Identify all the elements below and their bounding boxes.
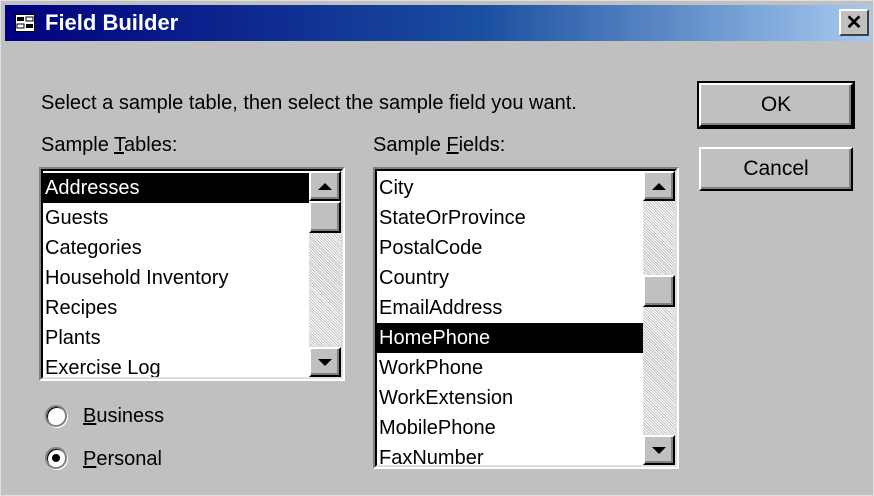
scroll-thumb[interactable]	[643, 275, 675, 307]
list-item[interactable]: EmailAddress	[377, 293, 643, 323]
business-radio[interactable]	[45, 405, 67, 427]
sample-fields-label: Sample Fields:	[373, 134, 506, 156]
list-item[interactable]: Exercise Log	[43, 353, 309, 377]
scroll-thumb[interactable]	[309, 201, 341, 233]
arrow-up-icon	[652, 182, 666, 190]
list-item[interactable]: WorkExtension	[377, 383, 643, 413]
list-item[interactable]: StateOrProvince	[377, 203, 643, 233]
scroll-down-button[interactable]	[643, 435, 675, 465]
list-item[interactable]: Country	[377, 263, 643, 293]
sample-tables-scrollbar[interactable]	[309, 171, 341, 377]
personal-radio-label[interactable]: Personal	[83, 447, 162, 471]
title-bar[interactable]: Field Builder ✕	[5, 5, 871, 41]
window-title: Field Builder	[45, 10, 179, 35]
personal-radio[interactable]	[45, 447, 67, 469]
list-item[interactable]: Addresses	[43, 173, 309, 203]
close-button[interactable]: ✕	[839, 9, 869, 36]
sample-fields-listbox[interactable]: City StateOrProvince PostalCode Country …	[373, 167, 679, 469]
list-item[interactable]: Household Inventory	[43, 263, 309, 293]
arrow-down-icon	[318, 358, 332, 366]
list-item[interactable]: FaxNumber	[377, 443, 643, 465]
scroll-up-button[interactable]	[643, 171, 675, 201]
sample-tables-listbox[interactable]: Addresses Guests Categories Household In…	[39, 167, 345, 381]
ok-button[interactable]: OK	[697, 81, 855, 129]
list-item[interactable]: Plants	[43, 323, 309, 353]
field-builder-dialog: Field Builder ✕ Select a sample table, t…	[0, 0, 874, 496]
scroll-down-button[interactable]	[309, 347, 341, 377]
close-icon: ✕	[845, 11, 863, 34]
sample-tables-label: Sample Tables:	[41, 134, 178, 156]
list-item[interactable]: WorkPhone	[377, 353, 643, 383]
instruction-text: Select a sample table, then select the s…	[41, 92, 577, 114]
scroll-up-button[interactable]	[309, 171, 341, 201]
field-builder-icon	[15, 14, 35, 32]
arrow-down-icon	[652, 446, 666, 454]
list-item[interactable]: City	[377, 173, 643, 203]
list-item[interactable]: Categories	[43, 233, 309, 263]
list-item[interactable]: Recipes	[43, 293, 309, 323]
radio-selected-dot	[52, 454, 60, 462]
ok-button-label: OK	[760, 93, 792, 116]
cancel-button[interactable]: Cancel	[699, 147, 853, 191]
list-item[interactable]: PostalCode	[377, 233, 643, 263]
arrow-up-icon	[318, 182, 332, 190]
list-item[interactable]: Guests	[43, 203, 309, 233]
list-item[interactable]: MobilePhone	[377, 413, 643, 443]
sample-fields-scrollbar[interactable]	[643, 171, 675, 465]
cancel-button-label: Cancel	[743, 157, 809, 180]
list-item[interactable]: HomePhone	[377, 323, 643, 353]
business-radio-label[interactable]: Business	[83, 404, 164, 428]
